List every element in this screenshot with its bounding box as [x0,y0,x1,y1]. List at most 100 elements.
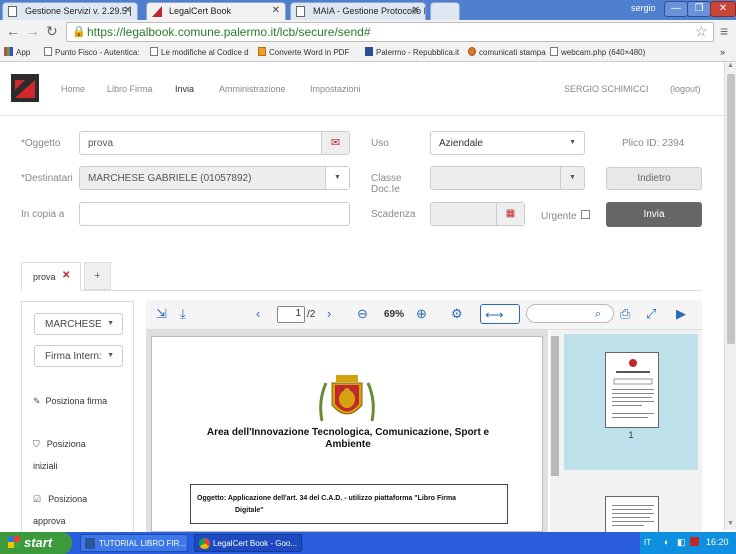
scadenza-input[interactable]: ▦ [430,202,525,226]
nav-invia[interactable]: Invia [175,84,194,94]
pdf-scrollbar[interactable] [550,330,560,532]
presentation-icon[interactable]: ▶ [676,306,686,322]
print-icon[interactable]: ⎙ [620,306,630,322]
logout-link[interactable]: (logout) [670,84,701,94]
posiziona-firma-item[interactable]: ✎ Posiziona firma [33,396,107,407]
nav-amministrazione[interactable]: Amministrazione [219,84,286,94]
taskbar-item-tutorial[interactable]: TUTORIAL LIBRO FIR... [80,534,188,552]
pdf-scrollbar-thumb[interactable] [551,336,559,476]
bookmarks-bar: App Punto Fisco - Autentica: Le modifich… [0,44,736,62]
page-scrollbar[interactable]: ▲ ▼ [724,62,736,530]
site-icon [468,47,476,56]
page-number-input[interactable]: 1 [277,306,305,323]
close-icon[interactable]: ✕ [272,5,280,16]
fit-width-button[interactable]: ⟷ [480,304,520,324]
copia-input[interactable] [79,202,350,226]
envelope-icon[interactable]: ✉ [321,132,349,154]
invia-button[interactable]: Invia [606,202,702,227]
chevron-right-icon[interactable]: › [327,306,331,322]
fullscreen-icon[interactable]: ⤢ [646,306,656,322]
chevron-left-icon[interactable]: ‹ [256,306,260,322]
document-heading: Area dell'Innovazione Tecnologica, Comun… [206,427,490,450]
search-input[interactable]: ⌕ [526,304,614,323]
tab-label: Gestione Servizi v. 2.29.5 | [25,6,132,16]
thumbnail-selected[interactable]: 1 [564,334,698,470]
bookmark-item[interactable]: comunicati stampa [468,47,546,57]
taskbar-item-chrome[interactable]: LegalCert Book - Goo... [194,534,302,552]
bookmark-item[interactable]: Palermo - Repubblica.it [365,47,459,57]
scroll-up-icon[interactable]: ▲ [727,62,734,69]
nav-impostazioni[interactable]: Impostazioni [310,84,361,94]
document-oggetto-box: Oggetto: Applicazione dell'art. 34 del C… [190,484,508,524]
urgente-checkbox[interactable] [581,210,590,219]
browser-tab-gestione[interactable]: Gestione Servizi v. 2.29.5 | ✕ [2,2,138,20]
browser-tab-maia[interactable]: MAIA - Gestione Protocollo In ✕ [290,2,426,20]
pdf-page: Area dell'Innovazione Tecnologica, Comun… [151,336,543,532]
minimize-button[interactable]: — [664,1,688,17]
pdf-page-area: Area dell'Innovazione Tecnologica, Comun… [146,330,560,532]
browser-tab-legalcert[interactable]: LegalCert Book ✕ [146,2,286,20]
page-scrollbar-thumb[interactable] [727,74,735,344]
clock: 16:20 [706,537,729,547]
volume-icon[interactable]: ◧ [677,537,686,548]
reload-icon[interactable]: ↻ [46,23,58,40]
url-bar[interactable]: 🔒 https://legalbook.comune.palermo.it/lc… [66,22,714,42]
menu-icon[interactable]: ≡ [720,23,728,39]
calendar-icon[interactable]: ▦ [496,203,524,225]
page-icon [44,47,52,56]
legalcert-logo[interactable] [11,74,39,102]
arrows-horizontal-icon: ⟷ [485,307,504,322]
network-icon[interactable]: ◐ [664,537,669,547]
posiziona-approva-item[interactable]: ☑ Posiziona approva [33,488,87,532]
bookmark-item[interactable]: Converte Word in PDF [258,47,349,57]
start-button[interactable]: start [0,532,72,554]
zoom-out-icon[interactable]: ⊖ [357,306,368,322]
close-window-button[interactable]: ✕ [710,1,736,17]
app-navbar: Home Libro Firma Invia Amministrazione I… [0,62,724,116]
destinatari-select[interactable]: MARCHESE GABRIELE (01057892) ▼ [79,166,350,190]
nav-libro-firma[interactable]: Libro Firma [107,84,153,94]
signer-select[interactable]: MARCHESE ▼ [34,313,123,335]
scadenza-label: Scadenza [371,209,416,220]
star-icon[interactable]: ☆ [695,23,708,40]
copia-label: In copia a [21,209,65,220]
new-tab-button[interactable] [430,2,460,20]
import-icon[interactable]: ⇲ [156,306,167,322]
add-tab-button[interactable]: + [84,262,111,290]
settings-icon[interactable]: ⚙ [451,306,463,322]
browser-user: sergio [631,3,656,13]
apps-icon [4,47,13,56]
close-icon[interactable]: ✕ [124,5,132,16]
thumbnail-panel: 1 [560,330,702,532]
user-name: SERGIO SCHIMICCI [564,84,649,94]
close-icon[interactable]: ✕ [62,270,70,281]
back-icon[interactable]: ← [6,23,20,39]
close-icon[interactable]: ✕ [412,5,420,16]
nav-home[interactable]: Home [61,84,85,94]
firma-type-select[interactable]: Firma Intern: ▼ [34,345,123,367]
oggetto-input[interactable]: prova ✉ [79,131,350,155]
uso-select[interactable]: Aziendale ▼ [430,131,585,155]
scroll-down-icon[interactable]: ▼ [727,520,734,527]
page-icon [550,47,558,56]
antivirus-icon[interactable] [690,537,699,546]
bookmark-apps[interactable]: App [4,47,30,57]
windows-taskbar: start TUTORIAL LIBRO FIR... LegalCert Bo… [0,532,736,554]
classe-select[interactable]: ▼ [430,166,585,190]
bookmark-item[interactable]: Le modifiche al Codice d [150,47,249,57]
doc-tab-prova[interactable]: prova ✕ [21,262,81,291]
language-indicator[interactable]: IT [644,538,651,547]
maximize-button[interactable]: ❐ [687,1,711,17]
download-icon[interactable]: ⤓ [180,306,186,322]
chevron-down-icon[interactable]: ▼ [325,167,349,189]
zoom-in-icon[interactable]: ⊕ [416,306,427,322]
bookmark-item[interactable]: Punto Fisco - Autentica: [44,47,140,57]
thumbnail-page-2[interactable] [605,496,659,532]
indietro-button[interactable]: Indietro [606,167,702,190]
bookmark-item[interactable]: webcam.php (640×480) [550,47,645,57]
posiziona-iniziali-item[interactable]: ⛉ Posiziona iniziali [33,433,86,477]
oggetto-label: *Oggetto [21,138,61,149]
more-bookmarks-icon[interactable]: » [720,47,725,57]
address-toolbar: ← → ↻ 🔒 https://legalbook.comune.palermo… [0,20,736,44]
forward-icon[interactable]: → [26,23,40,39]
